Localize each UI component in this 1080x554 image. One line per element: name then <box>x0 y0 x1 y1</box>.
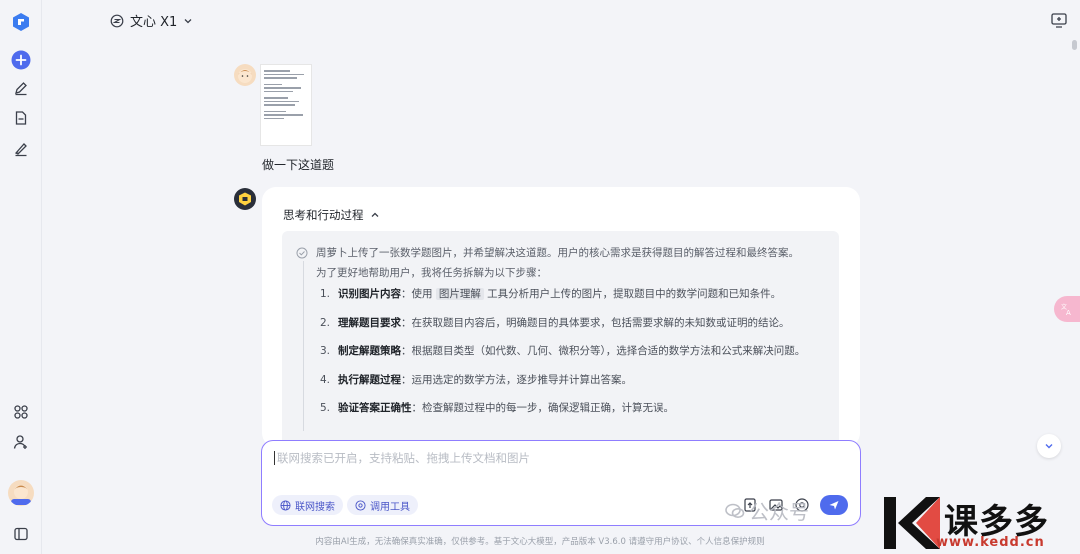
web-search-button[interactable]: 联网搜索 <box>272 495 343 515</box>
bot-avatar <box>234 188 256 210</box>
thinking-divider <box>303 261 304 431</box>
step-item: 5. 验证答案正确性：检查解题过程中的每一步，确保逻辑正确，计算无误。 <box>320 402 674 414</box>
watermark-gzh: 公众号 <box>725 496 809 525</box>
thinking-intro: 为了更好地帮助用户，我将任务拆解为以下步骤： <box>316 267 547 279</box>
model-name: 文心 X1 <box>130 15 178 30</box>
draw-icon[interactable] <box>9 137 33 161</box>
input-placeholder: 联网搜索已开启，支持粘贴、拖拽上传文档和图片 <box>277 451 530 465</box>
chevron-down-icon <box>1045 444 1053 449</box>
app-logo-icon[interactable] <box>9 10 33 34</box>
wechat-icon <box>725 503 745 518</box>
thinking-title: 思考和行动过程 <box>283 208 364 222</box>
user-message-text: 做一下这道题 <box>262 158 335 172</box>
chat-input[interactable]: 联网搜索已开启，支持粘贴、拖拽上传文档和图片 <box>274 450 530 466</box>
globe-icon <box>280 499 291 511</box>
svg-text:A: A <box>1066 309 1071 316</box>
avatar[interactable] <box>8 480 34 506</box>
apps-grid-icon[interactable] <box>9 400 33 424</box>
scroll-to-bottom-button[interactable] <box>1037 434 1061 458</box>
step-item: 4. 执行解题过程：运用选定的数学方法，逐步推导并计算出答案。 <box>320 373 632 386</box>
user-avatar <box>234 64 256 86</box>
call-tools-button[interactable]: 调用工具 <box>347 495 418 515</box>
sidebar <box>0 0 42 554</box>
model-selector[interactable]: 文心 X1 <box>110 11 193 30</box>
step-item: 2. 理解题目要求：在获取题目内容后，明确题目的具体要求，包括需要求解的未知数或… <box>320 316 790 329</box>
check-circle-icon <box>296 247 308 258</box>
model-icon <box>110 14 124 27</box>
summary-text: 周萝卜上传了一张数学题图片，并希望解决这道题。用户的核心需求是获得题目的解答过程… <box>316 247 799 259</box>
chevron-down-icon <box>184 18 192 23</box>
scrollbar[interactable] <box>1072 40 1077 50</box>
translate-button[interactable]: 文A <box>1054 296 1080 322</box>
user-add-icon[interactable] <box>9 430 33 454</box>
steps-list: 1. 识别图片内容：使用 图片理解 工具分析用户上传的图片，提取题目中的数学问题… <box>320 287 830 430</box>
pen-icon[interactable] <box>9 76 33 100</box>
new-chat-button[interactable] <box>9 48 33 72</box>
watermark-url: www.kedd.cn <box>936 535 1045 550</box>
document-icon[interactable] <box>9 106 33 130</box>
translate-icon: 文A <box>1061 303 1071 316</box>
thinking-panel: 周萝卜上传了一张数学题图片，并希望解决这道题。用户的核心需求是获得题目的解答过程… <box>282 231 839 447</box>
uploaded-image-thumbnail[interactable] <box>260 64 312 146</box>
step-item: 1. 识别图片内容：使用 图片理解 工具分析用户上传的图片，提取题目中的数学问题… <box>320 288 782 300</box>
thinking-summary: 周萝卜上传了一张数学题图片，并希望解决这道题。用户的核心需求是获得题目的解答过程… <box>296 245 799 260</box>
step-item: 3. 制定解题策略：根据题目类型（如代数、几何、微积分等），选择合适的数学方法和… <box>320 345 806 357</box>
assistant-response-card: 思考和行动过程 周萝卜上传了一张数学题图片，并希望解决这道题。用户的核心需求是获… <box>262 187 860 447</box>
send-button[interactable] <box>820 495 848 515</box>
chevron-up-icon <box>371 212 378 217</box>
tool-tag: 图片理解 <box>435 288 484 300</box>
tools-icon <box>355 499 366 511</box>
send-icon <box>829 501 839 510</box>
screen-share-icon[interactable] <box>1050 11 1068 29</box>
thinking-toggle[interactable]: 思考和行动过程 <box>283 207 380 223</box>
